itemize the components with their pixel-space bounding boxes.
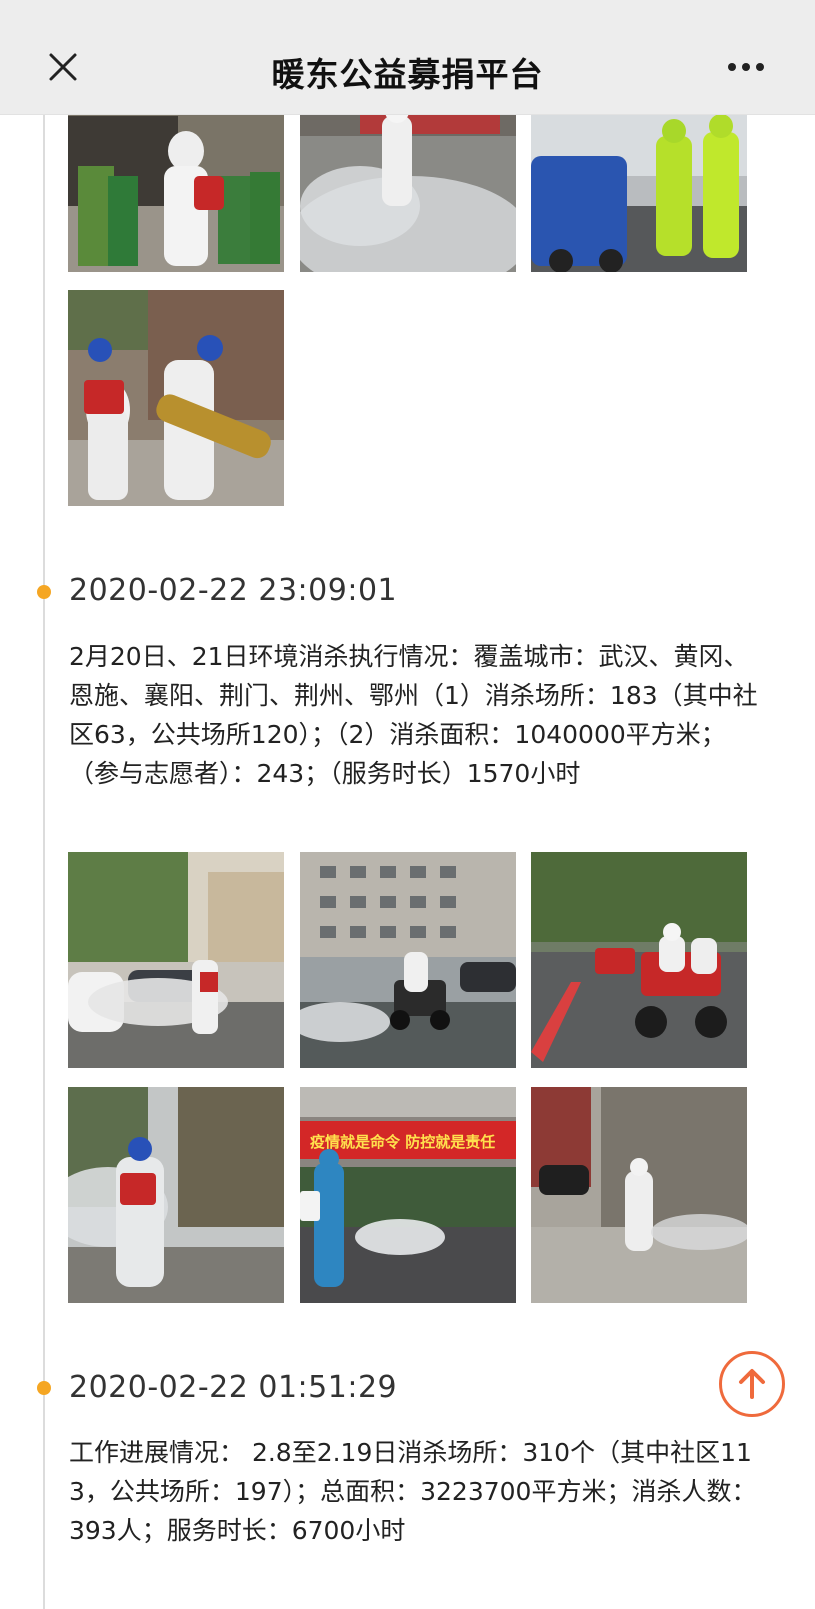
photo-disinfection-garbage-bins xyxy=(68,115,284,272)
timeline-dot xyxy=(37,585,51,599)
photo-disinfection-atv-road xyxy=(531,852,747,1068)
more-button[interactable] xyxy=(718,42,774,92)
post-photo[interactable] xyxy=(531,115,747,272)
post-photo[interactable] xyxy=(68,852,284,1068)
post-photo[interactable] xyxy=(300,115,516,272)
back-to-top-button[interactable] xyxy=(719,1351,785,1417)
photo-disinfection-green-suits xyxy=(531,115,747,272)
post-date: 2020-02-22 01:51:29 xyxy=(69,1370,398,1405)
timeline-dot xyxy=(37,1381,51,1395)
photo-disinfection-alley xyxy=(531,1087,747,1303)
photo-disinfection-volunteers-fogger xyxy=(68,290,284,506)
photo-disinfection-trees xyxy=(68,1087,284,1303)
page-title: 暖东公益募捐平台 xyxy=(271,55,544,94)
arrow-up-icon xyxy=(739,1369,765,1399)
post-photo[interactable] xyxy=(68,115,284,272)
photo-disinfection-parking-lot xyxy=(68,852,284,1068)
post-text: 2月20日、21日环境消杀执行情况：覆盖城市：武汉、黄冈、恩施、襄阳、荆门、荆州… xyxy=(69,642,758,788)
photo-disinfection-red-banner: 疫情就是命令 防控就是责任 xyxy=(300,1087,516,1303)
post-photo[interactable] xyxy=(68,1087,284,1303)
post-date: 2020-02-22 23:09:01 xyxy=(69,573,398,608)
photo-disinfection-fog-street xyxy=(300,115,516,272)
post-photo[interactable]: 疫情就是命令 防控就是责任 xyxy=(300,1087,516,1303)
navigation-bar: 暖东公益募捐平台 xyxy=(0,14,815,115)
photo-disinfection-atv-building xyxy=(300,852,516,1068)
more-icon xyxy=(728,63,764,71)
post-text: 工作进展情况： 2.8至2.19日消杀场所：310个（其中社区113，公共场所：… xyxy=(69,1438,757,1545)
post-photo[interactable] xyxy=(68,290,284,506)
timeline-feed: 2020-02-22 23:09:01 2月20日、21日环境消杀执行情况：覆盖… xyxy=(0,115,815,1609)
banner-text: 疫情就是命令 防控就是责任 xyxy=(310,1133,495,1151)
post-photo[interactable] xyxy=(531,1087,747,1303)
status-bar xyxy=(0,0,815,14)
post-photo[interactable] xyxy=(300,852,516,1068)
post-photo[interactable] xyxy=(531,852,747,1068)
